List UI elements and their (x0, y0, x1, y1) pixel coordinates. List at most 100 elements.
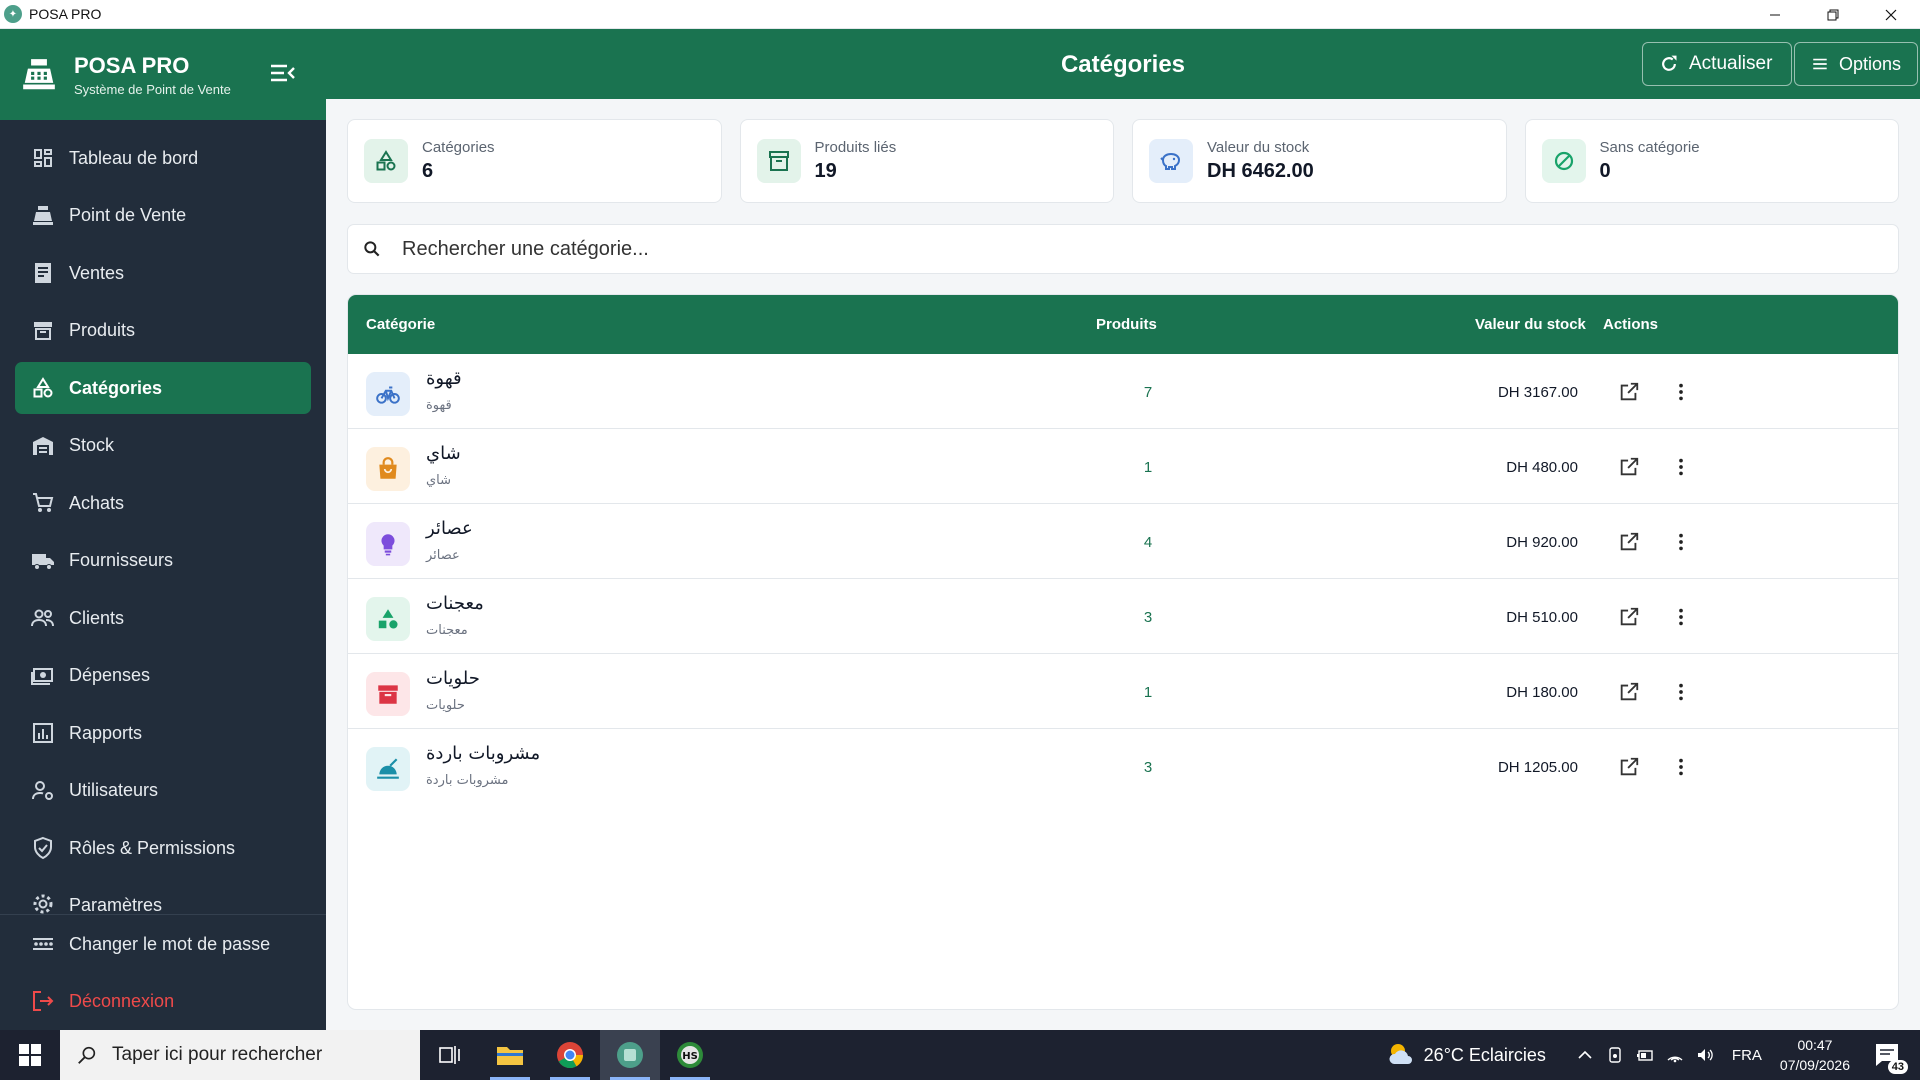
partly-cloudy-icon (1389, 1044, 1412, 1064)
shopping-bag-icon (379, 457, 397, 479)
table-row[interactable]: معجنات معجنات 3 DH 510.00 (348, 579, 1898, 654)
sidebar-item-roles[interactable]: Rôles & Permissions (15, 822, 311, 874)
open-external-icon[interactable] (1618, 756, 1640, 778)
category-stock-value: DH 920.00 (1506, 534, 1578, 551)
sidebar-item-label: Achats (69, 492, 125, 513)
category-icon-box (366, 372, 410, 416)
refresh-button[interactable]: Actualiser (1642, 42, 1792, 86)
battery-icon[interactable] (1636, 1046, 1654, 1064)
column-header-category[interactable]: Catégorie (366, 316, 435, 333)
taskbar-file-explorer[interactable] (480, 1030, 540, 1080)
sidebar-item-reports[interactable]: Rapports (15, 707, 311, 759)
task-view-button[interactable] (420, 1030, 480, 1080)
restore-button[interactable] (1804, 0, 1862, 29)
hs-app-icon: HS (677, 1042, 703, 1068)
taskbar-hs-app[interactable]: HS (660, 1030, 720, 1080)
notification-center-button[interactable]: 43 (1872, 1040, 1908, 1074)
category-subtitle: حلويات (426, 698, 465, 713)
cart-icon (33, 493, 54, 512)
brand-name: POSA PRO (74, 52, 190, 78)
sidebar-item-label: Ventes (69, 262, 125, 283)
open-external-icon[interactable] (1618, 681, 1640, 703)
stat-label: Valeur du stock (1207, 139, 1310, 156)
device-icon[interactable] (1606, 1046, 1624, 1064)
input-language[interactable]: FRA (1732, 1047, 1762, 1064)
sidebar-item-label: Clients (69, 607, 125, 628)
change-password-button[interactable]: Changer le mot de passe (15, 918, 311, 970)
column-header-products[interactable]: Produits (1096, 316, 1157, 333)
change-password-label: Changer le mot de passe (69, 933, 271, 954)
more-vertical-icon[interactable] (1670, 381, 1692, 403)
weather-widget[interactable]: 26°C Eclaircies (1386, 1040, 1546, 1070)
options-button[interactable]: Options (1794, 42, 1918, 86)
categories-table: Catégorie Produits Valeur du stock Actio… (347, 294, 1899, 1010)
table-row[interactable]: مشروبات باردة مشروبات باردة 3 DH 1205.00 (348, 729, 1898, 804)
volume-icon[interactable] (1696, 1046, 1714, 1064)
taskbar-posa-pro[interactable] (600, 1030, 660, 1080)
sidebar-item-clients[interactable]: Clients (15, 592, 311, 644)
category-icon-box (366, 672, 410, 716)
menu-collapse-icon[interactable] (270, 61, 296, 85)
category-name: مشروبات باردة (426, 743, 541, 764)
stats-row: Catégories 6 Produits liés 19 Valeur du … (347, 119, 1899, 203)
sidebar-item-settings[interactable]: Paramètres (15, 880, 311, 916)
start-button[interactable] (0, 1030, 60, 1080)
category-product-count: 3 (1143, 609, 1153, 626)
more-vertical-icon[interactable] (1670, 756, 1692, 778)
sidebar-item-users[interactable]: Utilisateurs (15, 765, 311, 817)
archive-box-icon (378, 685, 398, 704)
minimize-button[interactable] (1746, 0, 1804, 29)
more-vertical-icon[interactable] (1670, 456, 1692, 478)
users-icon (31, 609, 54, 627)
taskbar-chrome[interactable] (540, 1030, 600, 1080)
table-row[interactable]: قهوة قهوة 7 DH 3167.00 (348, 354, 1898, 429)
sidebar-item-label: Rapports (69, 722, 143, 743)
search-icon (78, 1046, 96, 1064)
sidebar-item-purchases[interactable]: Achats (15, 477, 311, 529)
taskbar-search-box[interactable]: Taper ici pour rechercher (60, 1030, 420, 1080)
category-name: معجنات (426, 593, 484, 614)
bar-chart-icon (33, 723, 53, 743)
shield-icon (34, 836, 52, 860)
open-external-icon[interactable] (1618, 456, 1640, 478)
sidebar-item-sales[interactable]: Ventes (15, 247, 311, 299)
category-product-count: 7 (1143, 384, 1153, 401)
sidebar-item-pos[interactable]: Point de Vente (15, 190, 311, 242)
brand-header: POSA PRO Système de Point de Vente (0, 29, 326, 120)
open-external-icon[interactable] (1618, 531, 1640, 553)
stat-card-categories: Catégories 6 (347, 119, 722, 203)
column-header-stock-value[interactable]: Valeur du stock (1475, 316, 1586, 333)
table-row[interactable]: عصائر عصائر 4 DH 920.00 (348, 504, 1898, 579)
wifi-icon[interactable] (1666, 1046, 1684, 1064)
close-window-button[interactable] (1862, 0, 1920, 29)
open-external-icon[interactable] (1618, 381, 1640, 403)
chevron-up-icon[interactable] (1576, 1046, 1594, 1064)
sidebar-item-products[interactable]: Produits (15, 305, 311, 357)
windows-logo-icon (19, 1044, 41, 1066)
more-vertical-icon[interactable] (1670, 531, 1692, 553)
logout-button[interactable]: Déconnexion (15, 975, 311, 1027)
stat-card-linked-products: Produits liés 19 (739, 119, 1114, 203)
more-vertical-icon[interactable] (1670, 681, 1692, 703)
sidebar-item-suppliers[interactable]: Fournisseurs (15, 535, 311, 587)
cash-register-icon (23, 58, 55, 89)
window-title: POSA PRO (29, 6, 102, 22)
window-titlebar: ✦ POSA PRO (0, 0, 1920, 29)
logout-label: Déconnexion (69, 990, 175, 1011)
sidebar-item-label: Stock (69, 435, 115, 455)
category-name: عصائر (426, 518, 473, 539)
receipt-icon (35, 263, 51, 283)
sidebar-item-dashboard[interactable]: Tableau de bord (15, 132, 311, 184)
sidebar-item-expenses[interactable]: Dépenses (15, 650, 311, 702)
refresh-icon (1662, 55, 1677, 71)
more-vertical-icon[interactable] (1670, 606, 1692, 628)
table-row[interactable]: شاي شاي 1 DH 480.00 (348, 429, 1898, 504)
sidebar-item-categories[interactable]: Catégories (15, 362, 311, 414)
open-external-icon[interactable] (1618, 606, 1640, 628)
table-row[interactable]: حلويات حلويات 1 DH 180.00 (348, 654, 1898, 729)
category-search-input[interactable] (402, 237, 1802, 261)
sidebar-item-stock[interactable]: Stock (15, 420, 311, 472)
category-search-bar (347, 224, 1899, 274)
taskbar-clock[interactable]: 00:47 07/09/2026 (1780, 1035, 1850, 1075)
stat-card-stock-value: Valeur du stock DH 6462.00 (1132, 119, 1507, 203)
